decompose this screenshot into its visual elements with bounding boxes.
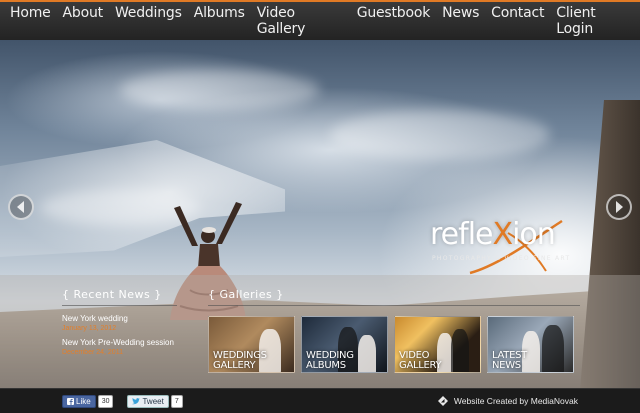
nav-weddings[interactable]: Weddings	[109, 5, 188, 37]
recent-news-title: { Recent News }	[62, 288, 177, 306]
wedding-albums-tile[interactable]: WEDDING ALBUMS	[301, 316, 388, 373]
nav-albums[interactable]: Albums	[188, 5, 251, 37]
tile-label-line: NEWS	[492, 360, 521, 371]
logo-tagline: PHOTOGRAPHY & VIDEO FINE ART	[432, 255, 571, 262]
nav-video-gallery[interactable]: Video Gallery	[251, 5, 351, 37]
logo-wordmark: refleXion	[430, 217, 556, 252]
facebook-icon	[67, 398, 74, 405]
facebook-like-widget: Like 30	[62, 395, 114, 408]
tile-label-line: ALBUMS	[306, 360, 346, 371]
twitter-bird-icon	[132, 398, 141, 405]
news-item-title[interactable]: New York wedding	[62, 314, 177, 324]
logo-word-x: X	[492, 217, 514, 252]
groom-figure	[542, 325, 564, 372]
top-navigation-bar: Home About Weddings Albums Video Gallery…	[0, 0, 640, 40]
weddings-gallery-tile[interactable]: WEDDINGS GALLERY	[208, 316, 295, 373]
credit-text[interactable]: Website Created by MediaNovak	[454, 396, 578, 406]
bride-figure	[358, 335, 376, 372]
social-buttons: Like 30 Tweet 7	[62, 395, 183, 408]
arrow-left-icon	[17, 201, 24, 213]
groom-figure	[451, 329, 469, 372]
news-item-date: January 13, 2012	[62, 325, 117, 332]
medianovak-logo-icon	[437, 396, 448, 406]
footer: Like 30 Tweet 7 Website Created by Media…	[0, 388, 640, 413]
tile-label: WEDDING ALBUMS	[306, 351, 354, 371]
latest-news-tile[interactable]: LATEST NEWS	[487, 316, 574, 373]
nav-client-login[interactable]: Client Login	[550, 5, 640, 37]
website-credit[interactable]: Website Created by MediaNovak	[437, 396, 578, 406]
tweet-count: 7	[170, 395, 183, 408]
tweet-widget: Tweet 7	[127, 395, 183, 408]
nav-guestbook[interactable]: Guestbook	[351, 5, 436, 37]
recent-news-section: { Recent News } New York wedding January…	[62, 288, 177, 358]
tile-label: VIDEO GALLERY	[399, 351, 442, 371]
news-item-title[interactable]: New York Pre-Wedding session	[62, 338, 177, 348]
tweet-label: Tweet	[142, 397, 164, 406]
tile-label-line: GALLERY	[213, 360, 256, 371]
nav-contact[interactable]: Contact	[485, 5, 550, 37]
tweet-button[interactable]: Tweet	[127, 395, 169, 408]
gallery-thumbnails: WEDDINGS GALLERY WEDDING ALBUMS VIDEO GA…	[208, 316, 580, 373]
galleries-title: { Galleries }	[208, 288, 580, 306]
logo-word-part: ion	[512, 217, 556, 252]
nav-home[interactable]: Home	[4, 5, 57, 37]
nav-news[interactable]: News	[436, 5, 485, 37]
news-item[interactable]: New York Pre-Wedding session December 24…	[62, 338, 177, 358]
news-item-date: December 24, 2011	[62, 349, 123, 356]
like-count: 30	[97, 395, 114, 408]
tile-label: LATEST NEWS	[492, 351, 527, 371]
facebook-like-button[interactable]: Like	[62, 395, 96, 408]
news-item[interactable]: New York wedding January 13, 2012	[62, 314, 177, 334]
main-nav: Home About Weddings Albums Video Gallery…	[4, 5, 640, 37]
video-gallery-tile[interactable]: VIDEO GALLERY	[394, 316, 481, 373]
logo-word-part: refle	[430, 217, 493, 252]
tile-label-line: GALLERY	[399, 360, 442, 371]
like-label: Like	[76, 397, 91, 406]
slideshow-next-button[interactable]	[606, 194, 632, 220]
galleries-section: { Galleries } WEDDINGS GALLERY WEDDING A…	[208, 288, 580, 373]
tile-label: WEDDINGS GALLERY	[213, 351, 267, 371]
sky-cloud	[120, 70, 320, 110]
slideshow-prev-button[interactable]	[8, 194, 34, 220]
arrow-right-icon	[616, 201, 623, 213]
reflexion-logo: refleXion PHOTOGRAPHY & VIDEO FINE ART	[430, 215, 580, 275]
nav-about[interactable]: About	[57, 5, 109, 37]
sky-cloud	[330, 110, 550, 160]
